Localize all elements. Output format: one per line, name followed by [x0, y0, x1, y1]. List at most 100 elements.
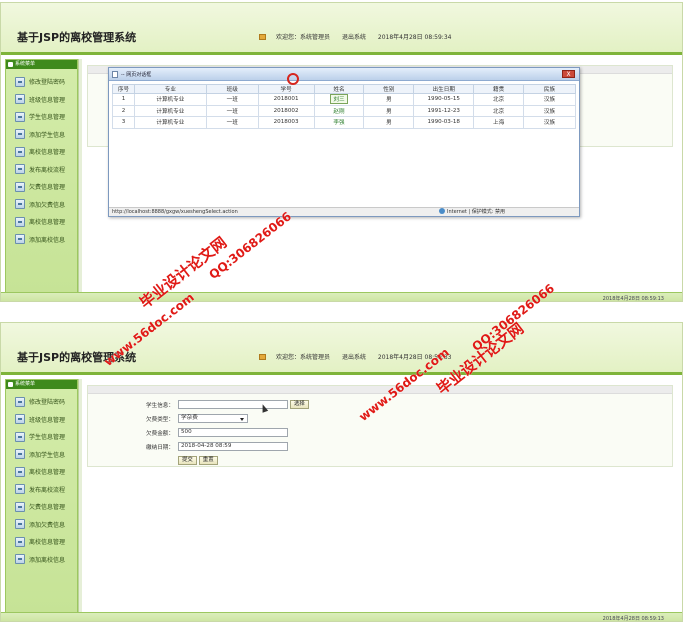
sidebar-item-publish-flow[interactable]: 发布离校流程 — [6, 161, 77, 179]
welcome-text: 欢迎您：系统管理员 — [276, 34, 331, 41]
document-icon — [15, 484, 25, 495]
table-cell: 一班 — [205, 93, 259, 106]
sidebar-item-student-info[interactable]: 学生信息管理 — [6, 108, 77, 126]
table-row: 3 计算机专业 一班 2018003 李强 男 1990-03-18 上海 汉族 — [112, 116, 576, 129]
select-button[interactable]: 选择 — [290, 400, 309, 409]
sidebar-item-label: 修改登陆密码 — [29, 79, 66, 87]
sidebar-item-add-arrears[interactable]: 添加欠费信息 — [6, 196, 77, 214]
home-icon — [259, 34, 266, 40]
student-name-link[interactable]: 李强 — [331, 118, 346, 126]
welcome-text: 欢迎您：系统管理员 — [276, 354, 331, 361]
table-cell: 2 — [112, 104, 135, 117]
status-url: http://localhost:8888/gxgw/xueshengSelec… — [112, 209, 238, 215]
column-header: 姓名 — [313, 84, 365, 94]
column-header: 民族 — [523, 84, 576, 94]
table-cell: 计算机专业 — [133, 104, 207, 117]
sidebar-item-label: 离校信息管理 — [29, 149, 66, 157]
sidebar-item-label: 修改登陆密码 — [29, 399, 66, 407]
table-cell: 汉族 — [523, 104, 576, 117]
student-name-link[interactable]: 赵刚 — [331, 107, 346, 115]
sidebar-item-arrears-info[interactable]: 欠费信息管理 — [6, 498, 77, 516]
column-header: 班级 — [205, 84, 259, 94]
app-header: 基于JSP的离校管理系统 欢迎您：系统管理员 退出系统 2018年4月28日 0… — [1, 3, 682, 55]
document-icon — [15, 234, 25, 245]
sidebar-item-change-password[interactable]: 修改登陆密码 — [6, 73, 77, 91]
fee-type-select[interactable]: 学杂费 — [178, 414, 248, 423]
logout-link[interactable]: 退出系统 — [342, 354, 366, 361]
sidebar-item-class-info[interactable]: 班级信息管理 — [6, 91, 77, 109]
sidebar-item-leave-info[interactable]: 离校信息管理 — [6, 143, 77, 161]
sidebar-item-label: 欠费信息管理 — [29, 184, 66, 192]
sidebar-item-label: 发布离校流程 — [29, 486, 66, 494]
table-cell: 李强 — [313, 116, 365, 129]
document-icon — [15, 554, 25, 565]
sidebar-item-add-leave[interactable]: 添加离校信息 — [6, 231, 77, 249]
date-input[interactable]: 2018-04-28 08:59 — [178, 442, 288, 451]
click-indicator-icon — [287, 73, 299, 85]
document-icon — [15, 111, 25, 122]
table-cell: 上海 — [473, 116, 525, 129]
date-label: 缴纳日期： — [146, 444, 174, 451]
sidebar-item-arrears-info[interactable]: 欠费信息管理 — [6, 178, 77, 196]
sidebar-item-student-info[interactable]: 学生信息管理 — [6, 428, 77, 446]
table-cell: 汉族 — [523, 116, 576, 129]
submit-button[interactable]: 提交 — [178, 456, 197, 465]
sidebar-item-class-info[interactable]: 班级信息管理 — [6, 411, 77, 429]
header-datetime: 2018年4月28日 08:59:34 — [377, 34, 452, 41]
sidebar-item-label: 班级信息管理 — [29, 96, 66, 104]
amount-row: 欠费金额： 500 — [88, 428, 288, 437]
security-zone: Internet | 保护模式: 禁用 — [439, 208, 505, 216]
document-icon — [15, 396, 25, 407]
sidebar-item-add-leave[interactable]: 添加离校信息 — [6, 551, 77, 569]
table-cell: 2018001 — [257, 93, 315, 106]
dialog-body: 序号 专业 班级 学号 姓名 性别 出生日期 籍贯 民族 1 计算机专业 一班 … — [112, 84, 576, 129]
sidebar-item-change-password[interactable]: 修改登陆密码 — [6, 393, 77, 411]
sidebar: 系统菜单 修改登陆密码 班级信息管理 学生信息管理 添加学生信息 离校信息管理 … — [5, 59, 78, 295]
dialog-close-button[interactable]: X — [562, 70, 575, 78]
sidebar-item-label: 添加欠费信息 — [29, 201, 66, 209]
amount-input[interactable]: 500 — [178, 428, 288, 437]
dialog-titlebar: -- 网页对话框 X — [109, 68, 579, 81]
document-icon — [15, 414, 25, 425]
table-header-row: 序号 专业 班级 学号 姓名 性别 出生日期 籍贯 民族 — [112, 84, 576, 94]
document-icon — [15, 181, 25, 192]
sidebar-item-publish-flow[interactable]: 发布离校流程 — [6, 481, 77, 499]
table-row: 1 计算机专业 一班 2018001 刘三 男 1990-05-15 北京 汉族 — [112, 93, 576, 106]
document-icon — [15, 164, 25, 175]
sidebar-item-add-arrears[interactable]: 添加欠费信息 — [6, 516, 77, 534]
sidebar-item-leave-manage[interactable]: 离校信息管理 — [6, 213, 77, 231]
sidebar-collapse-handle[interactable] — [78, 59, 82, 295]
sidebar-item-label: 添加学生信息 — [29, 131, 66, 139]
column-header: 学号 — [257, 84, 315, 94]
logout-link[interactable]: 退出系统 — [342, 34, 366, 41]
sidebar-item-label: 添加学生信息 — [29, 451, 66, 459]
table-cell: 一班 — [205, 116, 259, 129]
sidebar-item-leave-manage[interactable]: 离校信息管理 — [6, 533, 77, 551]
table-cell: 男 — [363, 104, 415, 117]
screenshot-add-arrears: 基于JSP的离校管理系统 欢迎您：系统管理员 退出系统 2018年4月28日 0… — [0, 322, 683, 622]
bottom-statusbar: 2018年4月28日 08:59:13 — [1, 612, 682, 621]
sidebar-item-leave-info[interactable]: 离校信息管理 — [6, 463, 77, 481]
document-icon — [15, 536, 25, 547]
table-cell: 刘三 — [313, 93, 365, 106]
student-table: 序号 专业 班级 学号 姓名 性别 出生日期 籍贯 民族 1 计算机专业 一班 … — [112, 84, 576, 129]
table-cell: 1 — [112, 93, 135, 106]
column-header: 专业 — [133, 84, 207, 94]
sidebar-item-label: 添加欠费信息 — [29, 521, 66, 529]
table-cell: 北京 — [473, 93, 525, 106]
document-icon — [15, 449, 25, 460]
sidebar-collapse-handle[interactable] — [78, 379, 82, 615]
student-input[interactable] — [178, 400, 288, 409]
table-cell: 男 — [363, 116, 415, 129]
table-cell: 赵刚 — [313, 104, 365, 117]
reset-button[interactable]: 重置 — [198, 456, 218, 465]
sidebar-item-add-student[interactable]: 添加学生信息 — [6, 446, 77, 464]
student-name-link[interactable]: 刘三 — [330, 94, 348, 105]
column-header: 序号 — [112, 84, 135, 94]
document-icon — [15, 199, 25, 210]
sidebar-item-add-student[interactable]: 添加学生信息 — [6, 126, 77, 144]
web-dialog: -- 网页对话框 X 序号 专业 班级 学号 姓名 性别 出生日期 籍贯 民族 — [108, 67, 580, 217]
column-header: 性别 — [363, 84, 415, 94]
sidebar-item-label: 欠费信息管理 — [29, 504, 66, 512]
bottom-statusbar: 2018年4月28日 08:59:13 — [1, 292, 682, 301]
